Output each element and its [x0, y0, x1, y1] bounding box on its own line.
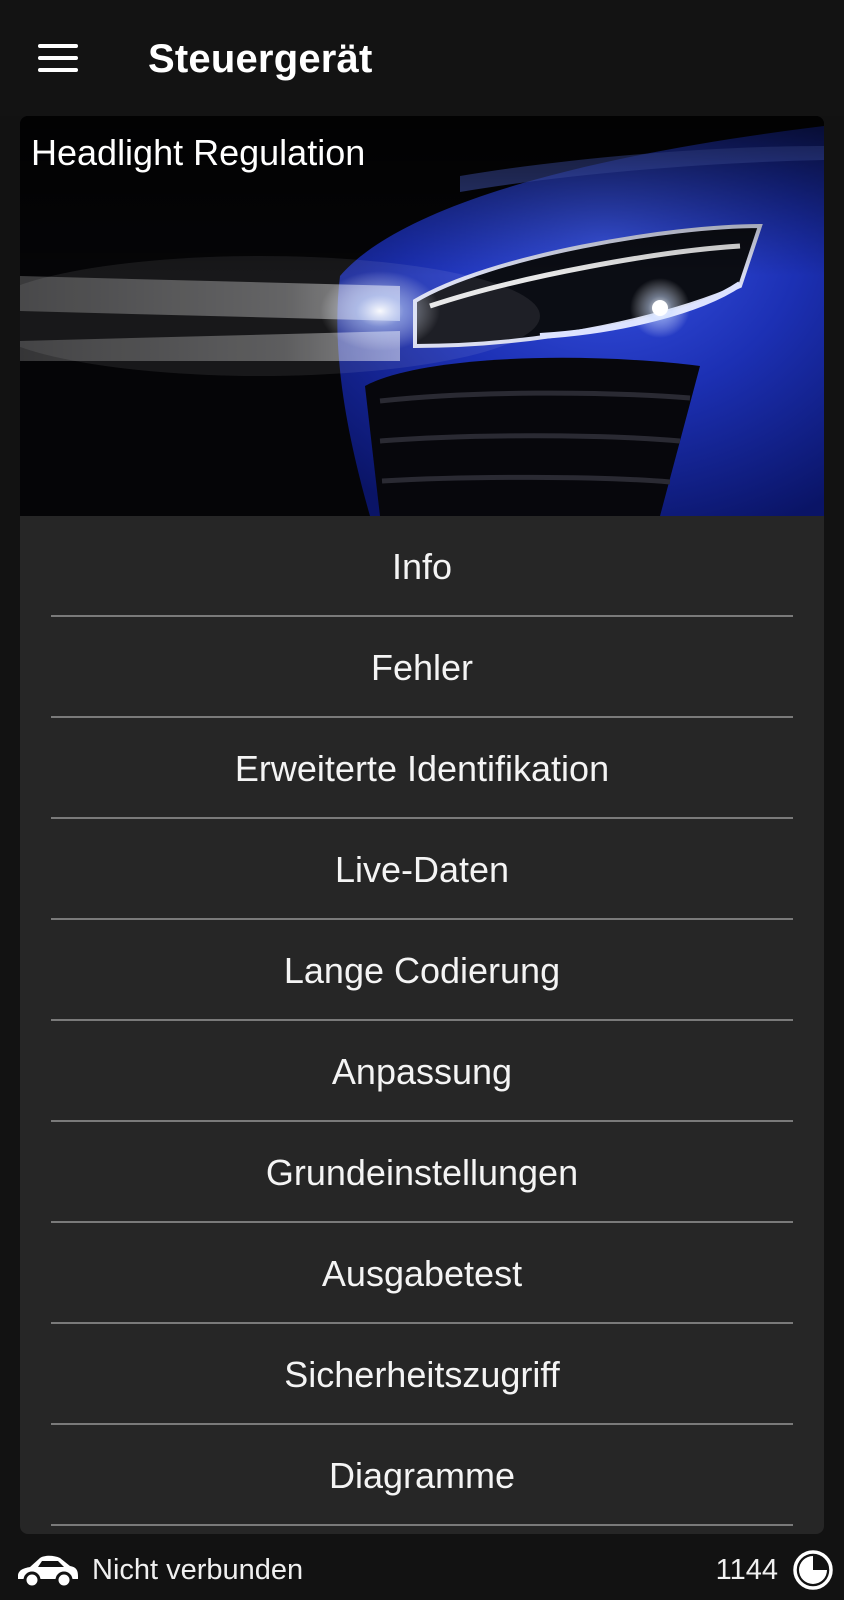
menu-item-label: Anpassung — [331, 1050, 513, 1092]
app-bar: Steuergerät — [0, 0, 844, 116]
module-header-image: Headlight Regulation — [20, 116, 824, 516]
menu-item-live-daten[interactable]: Live-Daten — [20, 819, 824, 920]
car-headlight-photo — [20, 116, 824, 516]
hamburger-menu-icon[interactable] — [30, 34, 86, 82]
module-name: Headlight Regulation — [31, 132, 366, 173]
menu-item-sicherheitszugriff[interactable]: Sicherheitszugriff — [20, 1324, 824, 1425]
menu-item-label: Diagramme — [328, 1454, 516, 1496]
status-bar: Nicht verbunden 1144 — [0, 1540, 844, 1600]
menu-item-label: Ausgabetest — [321, 1252, 523, 1294]
control-unit-card: Headlight Regulation Info Fehler Erweite… — [20, 116, 824, 1534]
connection-status: Nicht verbunden — [92, 1554, 304, 1586]
menu-item-info[interactable]: Info — [20, 516, 824, 617]
menu-item-lange-codierung[interactable]: Lange Codierung — [20, 920, 824, 1021]
menu-line — [38, 56, 78, 60]
page-title: Steuergerät — [148, 37, 373, 81]
menu-item-grundeinstellungen[interactable]: Grundeinstellungen — [20, 1122, 824, 1223]
menu-item-fehler[interactable]: Fehler — [20, 617, 824, 718]
menu-item-label: Live-Daten — [334, 848, 510, 890]
function-menu: Info Fehler Erweiterte Identifikation Li… — [20, 516, 824, 1526]
menu-line — [38, 68, 78, 72]
menu-item-label: Fehler — [370, 646, 474, 688]
divider — [51, 1524, 793, 1526]
menu-item-label: Info — [391, 545, 453, 587]
menu-item-diagramme[interactable]: Diagramme — [20, 1425, 824, 1526]
menu-item-anpassung[interactable]: Anpassung — [20, 1021, 824, 1122]
menu-item-erweiterte-identifikation[interactable]: Erweiterte Identifikation — [20, 718, 824, 819]
menu-item-label: Sicherheitszugriff — [284, 1353, 560, 1395]
menu-line — [38, 44, 78, 48]
menu-item-label: Erweiterte Identifikation — [234, 747, 610, 789]
car-icon[interactable] — [14, 1550, 80, 1590]
menu-item-label: Lange Codierung — [283, 949, 561, 991]
credits-icon[interactable] — [792, 1549, 834, 1591]
menu-item-ausgabetest[interactable]: Ausgabetest — [20, 1223, 824, 1324]
credit-count: 1144 — [715, 1554, 778, 1586]
menu-item-label: Grundeinstellungen — [265, 1151, 579, 1193]
